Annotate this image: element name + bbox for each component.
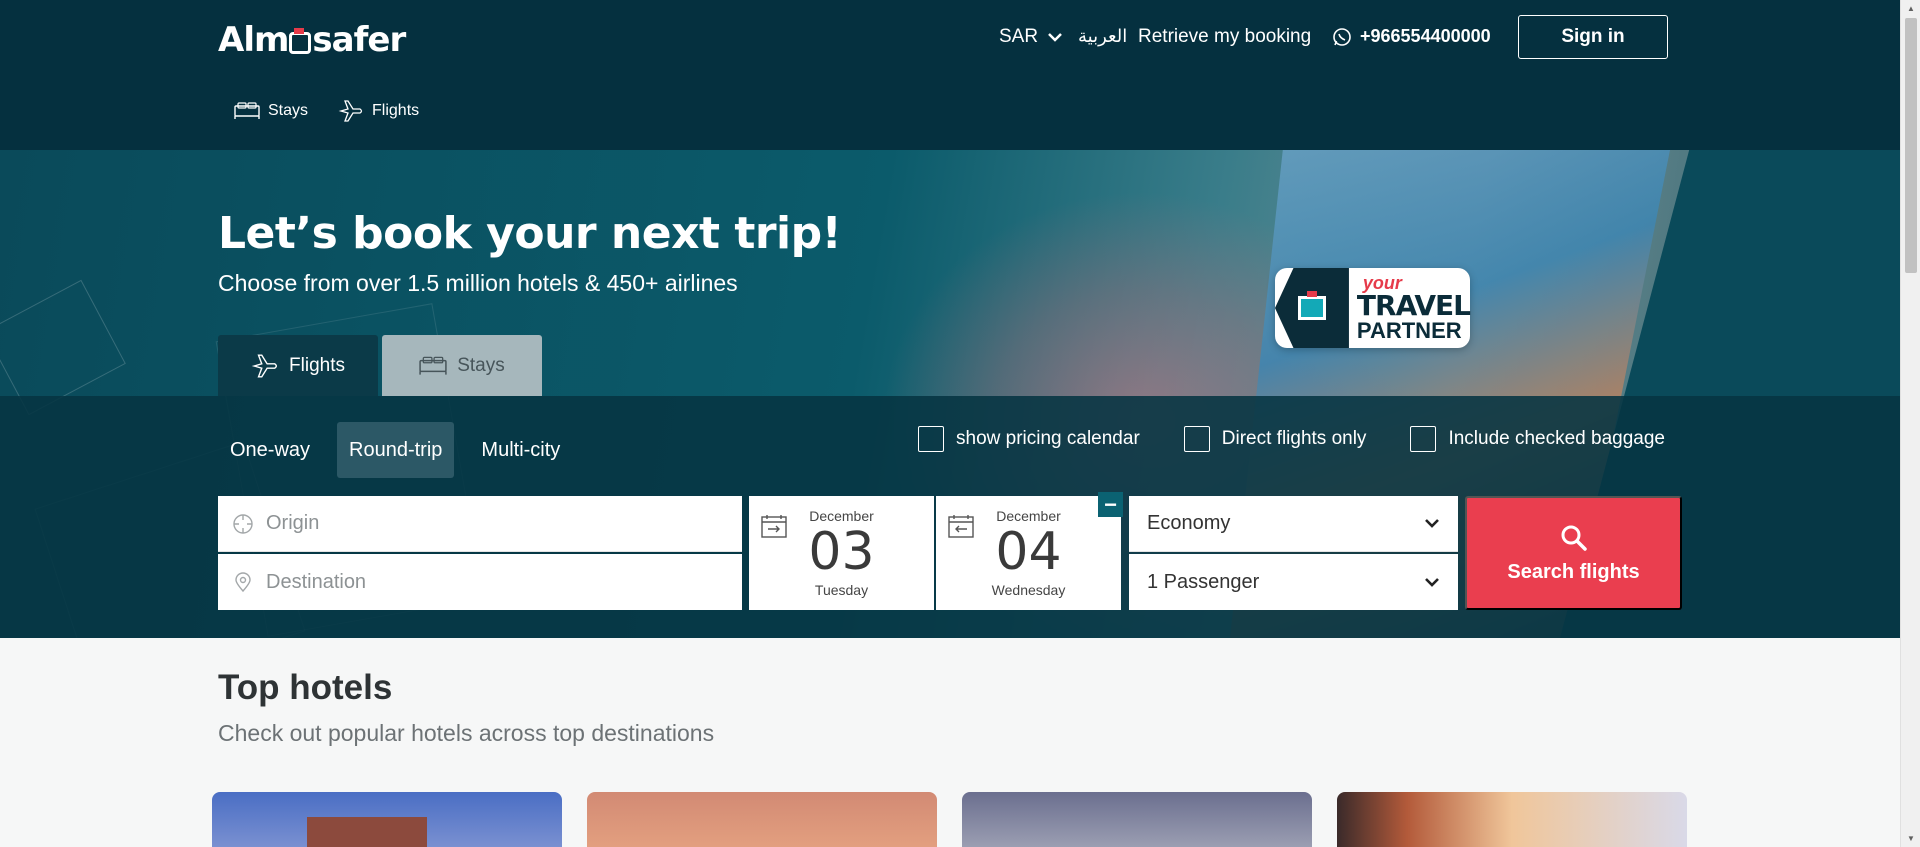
retrieve-booking-link[interactable]: Retrieve my booking [1138,26,1311,48]
top-hotels-section: Top hotels Check out popular hotels acro… [0,638,1900,847]
trip-type-multi-city[interactable]: Multi-city [469,422,572,478]
product-tabs: Flights Stays [218,335,542,396]
passenger-select[interactable]: 1 Passenger [1129,554,1458,610]
option-direct-flights[interactable]: Direct flights only [1183,426,1367,452]
nav-item-stays[interactable]: Stays [234,98,308,124]
hero-subtitle: Choose from over 1.5 million hotels & 45… [218,270,738,296]
option-checked-baggage[interactable]: Include checked baggage [1410,426,1665,452]
phone-number: +966554400000 [1360,26,1491,46]
language-switch[interactable]: العربية [1078,26,1127,47]
calendar-return-icon [948,515,974,538]
destination-placeholder: Destination [266,570,367,593]
badge-word-partner: PARTNER [1356,318,1462,343]
product-nav: Stays Flights [234,98,419,124]
hero-banner: Let’s book your next trip! Choose from o… [0,150,1900,638]
crosshair-icon [233,513,253,534]
chevron-down-icon [1425,577,1439,587]
nav-item-flights[interactable]: Flights [338,98,419,124]
page-scrollbar[interactable]: ▲ ▼ [1900,0,1920,847]
hotel-card[interactable] [962,792,1312,847]
site-header: Alm safer SAR العربية Retrieve my booking… [0,0,1900,150]
passenger-value: 1 Passenger [1147,570,1260,593]
trip-type-selector: One-way Round-trip Multi-city [218,422,587,478]
depart-weekday: Tuesday [814,582,869,598]
cabin-class-select[interactable]: Economy [1129,496,1458,552]
whatsapp-contact[interactable]: +966554400000 [1332,26,1491,47]
tab-label-stays: Stays [457,354,505,376]
section-subtitle: Check out popular hotels across top dest… [218,720,715,746]
travel-partner-badge: your TRAVEL PARTNER [1275,268,1471,348]
nav-label-stays: Stays [268,102,309,119]
chevron-down-icon [1425,519,1439,528]
return-weekday: Wednesday [991,582,1066,598]
bed-icon [419,356,447,375]
section-title: Top hotels [218,668,393,707]
search-flights-label: Search flights [1507,560,1640,583]
location-pin-icon [235,572,251,593]
plane-icon [251,354,278,377]
scroll-down-arrow-icon[interactable]: ▼ [1901,830,1920,847]
cabin-class-value: Economy [1147,512,1231,534]
search-flights-button[interactable]: Search flights [1465,496,1682,610]
scroll-thumb[interactable] [1905,18,1917,273]
flight-search-panel: One-way Round-trip Multi-city show prici… [0,396,1900,638]
checked-baggage-checkbox[interactable] [1410,426,1437,452]
plane-icon [338,100,363,122]
origin-placeholder: Origin [266,512,320,534]
search-icon [1561,525,1587,551]
whatsapp-icon [1333,27,1351,46]
return-date-picker[interactable]: December 04 Wednesday [936,496,1121,610]
hotel-card[interactable] [212,792,562,847]
hotel-image [307,817,427,847]
trip-type-round-trip[interactable]: Round-trip [337,422,455,478]
tab-stays[interactable]: Stays [382,335,542,396]
direct-flights-checkbox[interactable] [1183,426,1210,452]
tab-flights[interactable]: Flights [218,335,378,396]
option-label: Direct flights only [1221,428,1367,449]
hero-title: Let’s book your next trip! [218,208,842,259]
departure-date-picker[interactable]: December 03 Tuesday [749,496,934,610]
search-options: show pricing calendar Direct flights onl… [918,426,1665,452]
scroll-up-arrow-icon[interactable]: ▲ [1901,0,1920,17]
sign-in-button[interactable]: Sign in [1518,15,1668,59]
suitcase-logo-mark-icon [289,28,312,54]
remove-return-date-button[interactable]: − [1098,492,1123,517]
option-label: Include checked baggage [1448,428,1665,449]
almosafer-logo[interactable]: Alm safer [218,20,406,60]
hotel-card[interactable] [587,792,937,847]
trip-type-one-way[interactable]: One-way [218,422,322,478]
pricing-calendar-checkbox[interactable] [918,426,944,452]
option-label: show pricing calendar [956,428,1140,449]
option-pricing-calendar[interactable]: show pricing calendar [918,426,1140,452]
suitcase-icon [1297,291,1326,320]
badge-text: your TRAVEL PARTNER [1349,274,1471,343]
tab-label-flights: Flights [289,354,345,376]
bed-icon [234,102,260,119]
currency-label: SAR [999,26,1039,47]
origin-field[interactable]: Origin [218,496,742,552]
currency-selector[interactable]: SAR [999,26,1062,48]
decorative-outline [0,279,126,416]
badge-tag [1275,268,1349,348]
chevron-down-icon [1048,33,1062,42]
destination-field[interactable]: Destination [218,554,742,610]
hotel-card[interactable] [1337,792,1687,847]
calendar-depart-icon [761,515,787,538]
nav-label-flights: Flights [372,102,420,119]
badge-word-travel: TRAVEL [1356,289,1471,322]
